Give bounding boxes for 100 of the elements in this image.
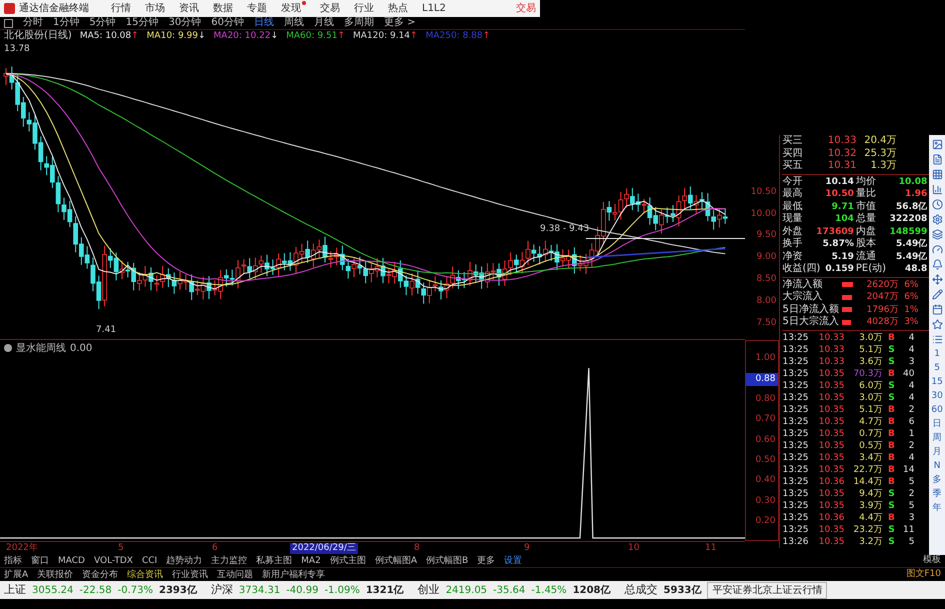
indicator-tab[interactable]: MA2 [301, 555, 321, 567]
data-feed-label: 平安证券北京上证云行情 [707, 582, 828, 598]
period-tab[interactable]: 日线 [254, 17, 274, 29]
period-tab[interactable]: 5分钟 [89, 17, 116, 29]
period-tab[interactable]: 周线 [284, 17, 304, 29]
period-button[interactable]: 日 [932, 417, 942, 431]
indicator-tab[interactable]: 设置 [504, 555, 522, 567]
clock-icon[interactable] [932, 199, 943, 210]
trade-volume: 3.0万 [858, 332, 882, 344]
menu-item[interactable]: L1L2 [422, 1, 446, 16]
trade-count: 5 [908, 476, 914, 488]
extension-tab[interactable]: 关联报价 [37, 568, 74, 580]
period-button[interactable]: 15 [931, 375, 943, 389]
menu-item[interactable]: 行业 [354, 1, 374, 16]
period-button[interactable]: 季 [932, 487, 942, 501]
period-button[interactable]: 60 [931, 403, 943, 417]
indicator-tab[interactable]: 主力监控 [211, 555, 248, 567]
indicator-icon[interactable] [4, 344, 12, 352]
period-tab[interactable]: 1分钟 [53, 17, 80, 29]
menu-item[interactable]: 数据 [213, 1, 233, 16]
indicator-tab[interactable]: 更多 [477, 555, 496, 567]
indicator-tab[interactable]: 例式幅图B [426, 555, 468, 567]
extension-tab[interactable]: 资金分布 [82, 568, 118, 580]
trade-button[interactable]: 交易 [516, 1, 536, 16]
bar-chart-icon[interactable] [932, 184, 943, 195]
pencil-icon[interactable] [932, 289, 943, 300]
image-icon[interactable] [932, 139, 943, 150]
bid-price: 10.32 [826, 148, 856, 160]
f10-button[interactable]: 图文F10 [906, 568, 941, 582]
star-icon[interactable] [932, 319, 943, 330]
menu-item[interactable]: 市场 [145, 1, 165, 16]
stat-value: 148599 [890, 226, 928, 238]
gauge-icon[interactable] [932, 244, 943, 255]
extension-tab[interactable]: 新用户福利专享 [262, 568, 326, 580]
period-tab[interactable]: 15分钟 [126, 17, 158, 29]
calendar-icon[interactable] [932, 304, 943, 315]
menu-item[interactable]: 行情 [111, 1, 131, 16]
menu-item[interactable]: 专题 [247, 1, 267, 16]
period-tab[interactable]: 更多 > [384, 17, 416, 29]
indicator-tab[interactable]: 指标 [4, 555, 22, 567]
stat-label: 均价 [856, 176, 876, 188]
period-tab[interactable]: 多周期 [344, 17, 374, 29]
layers-icon[interactable] [932, 229, 943, 240]
period-button[interactable]: 周 [932, 431, 942, 445]
stat-value: 1.96 [905, 188, 928, 200]
trade-price: 10.35 [818, 368, 844, 380]
indicator-tab[interactable]: 例式主图 [330, 555, 366, 567]
trade-volume: 70.3万 [852, 368, 882, 380]
indicator-tab[interactable]: 例式幅图A [374, 555, 417, 567]
trade-time: 13:25 [782, 524, 810, 536]
period-button[interactable]: 5 [934, 361, 940, 375]
period-button[interactable]: N [934, 459, 940, 473]
period-button[interactable]: 年 [932, 501, 942, 515]
period-button[interactable]: 月 [932, 445, 942, 459]
period-tab[interactable]: 月线 [314, 17, 334, 29]
trade-side: B [887, 440, 896, 452]
menu-item[interactable]: 发现 [281, 1, 306, 16]
date-axis-label: 11 [704, 543, 718, 554]
period-tab[interactable]: 60分钟 [211, 17, 244, 29]
move-icon[interactable] [932, 274, 943, 285]
period-tab[interactable]: 30分钟 [168, 17, 202, 29]
indicator-tab[interactable]: CCI [142, 555, 158, 567]
window-icon[interactable] [4, 18, 13, 28]
extension-tab[interactable]: 行业资讯 [172, 568, 208, 580]
trade-volume: 22.7万 [852, 464, 882, 476]
bell-icon[interactable] [932, 259, 943, 270]
moving-average-label: MA5: 10.08 [80, 30, 132, 42]
trade-side: B [887, 332, 896, 344]
trade-count: 4 [908, 380, 914, 392]
trade-side: B [887, 416, 896, 428]
template-button[interactable]: 模板 [923, 554, 941, 568]
extension-tab[interactable]: 互动问题 [217, 568, 254, 580]
extension-tab[interactable]: 综合资讯 [127, 568, 164, 580]
period-button[interactable]: 30 [931, 389, 943, 403]
indicator-tab[interactable]: VOL-TDX [94, 555, 133, 567]
indicator-tab[interactable]: MACD [58, 555, 85, 567]
trade-side: S [887, 524, 896, 536]
trade-price: 10.35 [818, 380, 844, 392]
menu-item[interactable]: 交易 [320, 1, 340, 16]
indicator-tab[interactable]: 窗口 [31, 555, 49, 567]
period-tab[interactable]: 分时 [23, 17, 43, 29]
document-icon[interactable] [932, 154, 943, 165]
indicator-name: 显水能周线 [16, 342, 66, 356]
period-button[interactable]: 多 [932, 473, 942, 487]
trade-price: 10.33 [818, 356, 844, 368]
indicator-tab[interactable]: 私募主图 [256, 555, 292, 567]
period-button[interactable]: 1 [934, 347, 940, 361]
extension-tab[interactable]: 扩展A [4, 568, 28, 580]
menu-item[interactable]: 热点 [388, 1, 408, 16]
grid-icon[interactable] [932, 169, 943, 180]
indicator-tab[interactable]: 趋势动力 [166, 555, 202, 567]
moving-average-label: MA10: 9.99 [146, 30, 198, 42]
menu-item[interactable]: 资讯 [179, 1, 199, 16]
flow-label: 5日大宗流入 [782, 316, 840, 328]
index-percent: -1.09% [324, 584, 360, 598]
settings-icon[interactable] [932, 214, 943, 225]
stat-label: 最低 [782, 200, 802, 213]
index-change: -35.64 [493, 584, 526, 598]
trade-count: 4 [908, 452, 914, 464]
stat-label: 内盘 [856, 226, 876, 238]
